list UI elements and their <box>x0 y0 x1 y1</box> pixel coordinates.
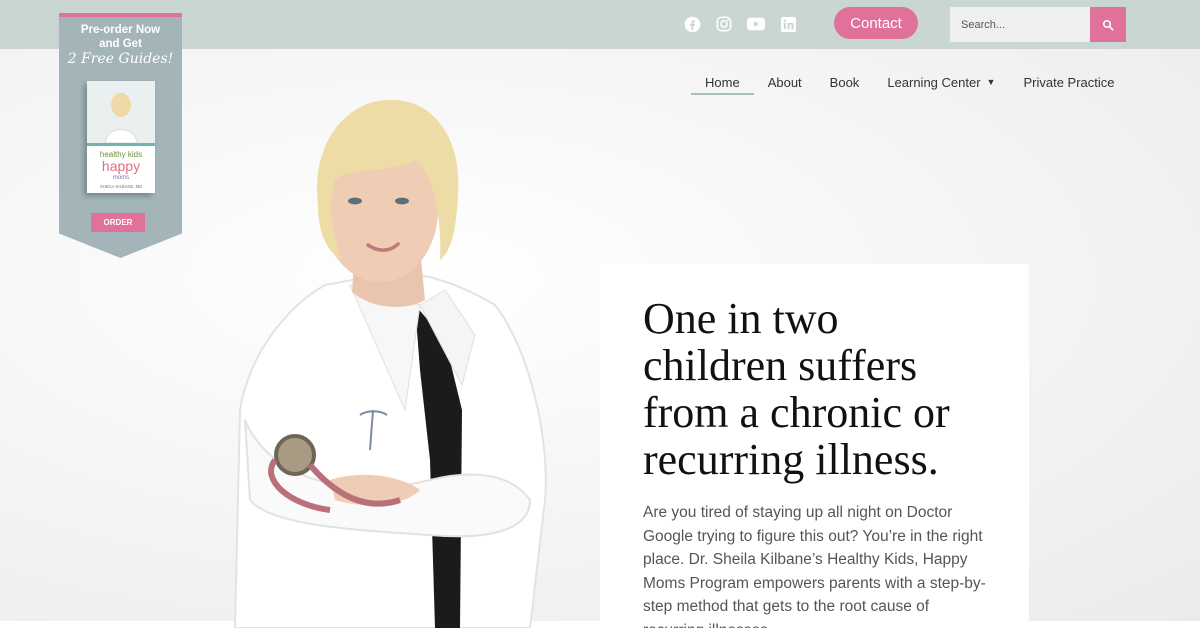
banner-line-3: 2 Free Guides! <box>67 51 174 67</box>
search-form <box>950 7 1126 42</box>
chevron-down-icon: ▼ <box>986 77 996 87</box>
banner-accent <box>59 13 182 17</box>
preorder-banner: Pre-order Now and Get 2 Free Guides! hea… <box>59 13 182 258</box>
nav-item-learning-center[interactable]: Learning Center ▼ <box>873 70 1009 94</box>
book-cover[interactable]: healthy kids happy moms SHEILA KILBANE, … <box>87 81 155 193</box>
search-icon <box>1102 19 1114 30</box>
nav-item-book[interactable]: Book <box>816 70 874 94</box>
contact-button[interactable]: Contact <box>834 7 918 39</box>
nav-item-label: About <box>767 74 802 90</box>
book-title-bottom: moms <box>113 175 129 181</box>
search-button[interactable] <box>1090 7 1126 42</box>
nav-item-label: Learning Center <box>887 74 981 90</box>
doctor-photo <box>233 99 547 628</box>
nav-item-label: Book <box>829 74 860 90</box>
nav-item-label: Private Practice <box>1023 74 1115 90</box>
social-links <box>683 15 797 33</box>
banner-line-1: Pre-order Now <box>80 24 161 36</box>
facebook-icon[interactable] <box>683 15 701 33</box>
order-button[interactable]: ORDER <box>91 213 145 232</box>
search-input[interactable] <box>950 7 1090 42</box>
hero-body: Are you tired of staying up all night on… <box>643 504 986 628</box>
nav-item-about[interactable]: About <box>754 70 816 94</box>
linkedin-icon[interactable] <box>779 15 797 33</box>
banner-line-2: and Get <box>99 38 142 50</box>
book-title-mid: happy <box>102 158 140 174</box>
book-cover-art: healthy kids happy moms SHEILA KILBANE, … <box>87 81 155 189</box>
hero-card: One in two children suffers from a chron… <box>600 264 1029 628</box>
nav-item-private-practice[interactable]: Private Practice <box>1009 70 1128 94</box>
youtube-icon[interactable] <box>747 15 765 33</box>
main-nav: Home About Book Learning Center ▼ Private… <box>691 70 1129 95</box>
banner-headline: Pre-order Now and Get <box>59 23 182 51</box>
book-author: SHEILA KILBANE, MD <box>100 184 142 189</box>
nav-item-label: Home <box>705 74 740 90</box>
hero-headline: One in two children suffers from a chron… <box>643 294 950 484</box>
nav-item-home[interactable]: Home <box>691 70 754 95</box>
instagram-icon[interactable] <box>715 15 733 33</box>
